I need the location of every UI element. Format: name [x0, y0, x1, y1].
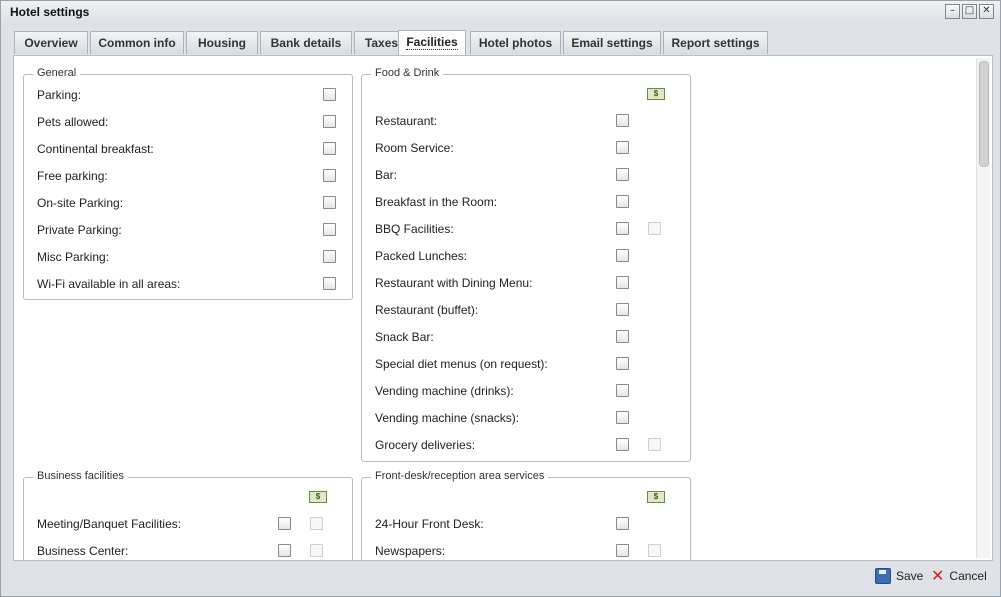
tab-common-info[interactable]: Common info — [90, 31, 184, 54]
tab-email-settings[interactable]: Email settings — [563, 31, 661, 54]
save-icon — [875, 568, 891, 584]
dining-menu-checkbox[interactable] — [616, 276, 629, 289]
list-item: Bar: — [375, 165, 690, 185]
meeting-paid-checkbox[interactable] — [310, 517, 323, 530]
bbq-paid-checkbox[interactable] — [648, 222, 661, 235]
dialog-footer: Save ✕ Cancel — [1, 561, 1000, 596]
grocery-paid-checkbox[interactable] — [648, 438, 661, 451]
business-legend: Business facilities — [33, 470, 128, 482]
list-item: Packed Lunches: — [375, 246, 690, 266]
wifi-checkbox[interactable] — [323, 277, 336, 290]
bar-checkbox[interactable] — [616, 168, 629, 181]
maximize-icon[interactable]: □ — [962, 4, 977, 19]
bbq-checkbox[interactable] — [616, 222, 629, 235]
parking-checkbox[interactable] — [323, 88, 336, 101]
list-item: Business Center: — [37, 541, 352, 560]
private-parking-checkbox[interactable] — [323, 223, 336, 236]
title-bar: Hotel settings – □ ✕ — [1, 1, 1000, 25]
general-group: General Parking: Pets allowed: Continent… — [23, 67, 353, 300]
money-icon: $ — [647, 88, 665, 100]
list-item: Continental breakfast: — [37, 139, 352, 159]
food-drink-group: Food & Drink $ Restaurant: Room Service:… — [361, 67, 691, 462]
misc-parking-checkbox[interactable] — [323, 250, 336, 263]
minimize-icon[interactable]: – — [945, 4, 960, 19]
continental-breakfast-checkbox[interactable] — [323, 142, 336, 155]
vending-snacks-checkbox[interactable] — [616, 411, 629, 424]
tab-housing[interactable]: Housing — [186, 31, 258, 54]
grocery-checkbox[interactable] — [616, 438, 629, 451]
packed-lunches-checkbox[interactable] — [616, 249, 629, 262]
list-item: Room Service: — [375, 138, 690, 158]
window-title: Hotel settings — [10, 5, 90, 19]
cancel-button[interactable]: ✕ Cancel — [931, 567, 987, 585]
list-item: 24-Hour Front Desk: — [375, 514, 690, 534]
list-item: Restaurant with Dining Menu: — [375, 273, 690, 293]
tab-overview[interactable]: Overview — [14, 31, 88, 54]
frontdesk-legend: Front-desk/reception area services — [371, 470, 549, 482]
list-item: On-site Parking: — [37, 193, 352, 213]
breakfast-room-checkbox[interactable] — [616, 195, 629, 208]
list-item: Parking: — [37, 85, 352, 105]
vending-drinks-checkbox[interactable] — [616, 384, 629, 397]
scroll-thumb[interactable] — [979, 61, 989, 167]
list-item: BBQ Facilities: — [375, 219, 690, 239]
money-icon: $ — [309, 491, 327, 503]
special-diet-checkbox[interactable] — [616, 357, 629, 370]
onsite-parking-checkbox[interactable] — [323, 196, 336, 209]
list-item: Special diet menus (on request): — [375, 354, 690, 374]
list-item: Wi-Fi available in all areas: — [37, 274, 352, 294]
room-service-checkbox[interactable] — [616, 141, 629, 154]
list-item: Snack Bar: — [375, 327, 690, 347]
list-item: Breakfast in the Room: — [375, 192, 690, 212]
tab-bank-details[interactable]: Bank details — [260, 31, 352, 54]
list-item: Newspapers: — [375, 541, 690, 560]
meeting-checkbox[interactable] — [278, 517, 291, 530]
list-item: Grocery deliveries: — [375, 435, 690, 455]
snack-bar-checkbox[interactable] — [616, 330, 629, 343]
hotel-settings-window: Hotel settings – □ ✕ Overview Common inf… — [0, 0, 1001, 597]
close-icon[interactable]: ✕ — [979, 4, 994, 19]
list-item: Vending machine (drinks): — [375, 381, 690, 401]
save-button[interactable]: Save — [875, 567, 923, 585]
tab-report-settings[interactable]: Report settings — [663, 31, 768, 54]
money-icon: $ — [647, 491, 665, 503]
business-center-paid-checkbox[interactable] — [310, 544, 323, 557]
front-desk-checkbox[interactable] — [616, 517, 629, 530]
list-item: Pets allowed: — [37, 112, 352, 132]
facilities-panel: General Parking: Pets allowed: Continent… — [13, 55, 993, 561]
list-item: Vending machine (snacks): — [375, 408, 690, 428]
pets-allowed-checkbox[interactable] — [323, 115, 336, 128]
tab-bar: Overview Common info Housing Bank detail… — [14, 30, 990, 55]
restaurant-checkbox[interactable] — [616, 114, 629, 127]
list-item: Restaurant (buffet): — [375, 300, 690, 320]
business-group: Business facilities $ Meeting/Banquet Fa… — [23, 470, 353, 560]
tab-hotel-photos[interactable]: Hotel photos — [470, 31, 561, 54]
list-item: Restaurant: — [375, 111, 690, 131]
list-item: Private Parking: — [37, 220, 352, 240]
newspapers-paid-checkbox[interactable] — [648, 544, 661, 557]
buffet-checkbox[interactable] — [616, 303, 629, 316]
tab-facilities[interactable]: Facilities — [398, 30, 466, 55]
free-parking-checkbox[interactable] — [323, 169, 336, 182]
list-item: Meeting/Banquet Facilities: — [37, 514, 352, 534]
general-legend: General — [33, 67, 81, 79]
newspapers-checkbox[interactable] — [616, 544, 629, 557]
vertical-scrollbar[interactable] — [976, 58, 990, 558]
frontdesk-group: Front-desk/reception area services $ 24-… — [361, 470, 691, 560]
list-item: Free parking: — [37, 166, 352, 186]
list-item: Misc Parking: — [37, 247, 352, 267]
food-drink-legend: Food & Drink — [371, 67, 444, 79]
cancel-icon: ✕ — [931, 566, 945, 585]
business-center-checkbox[interactable] — [278, 544, 291, 557]
